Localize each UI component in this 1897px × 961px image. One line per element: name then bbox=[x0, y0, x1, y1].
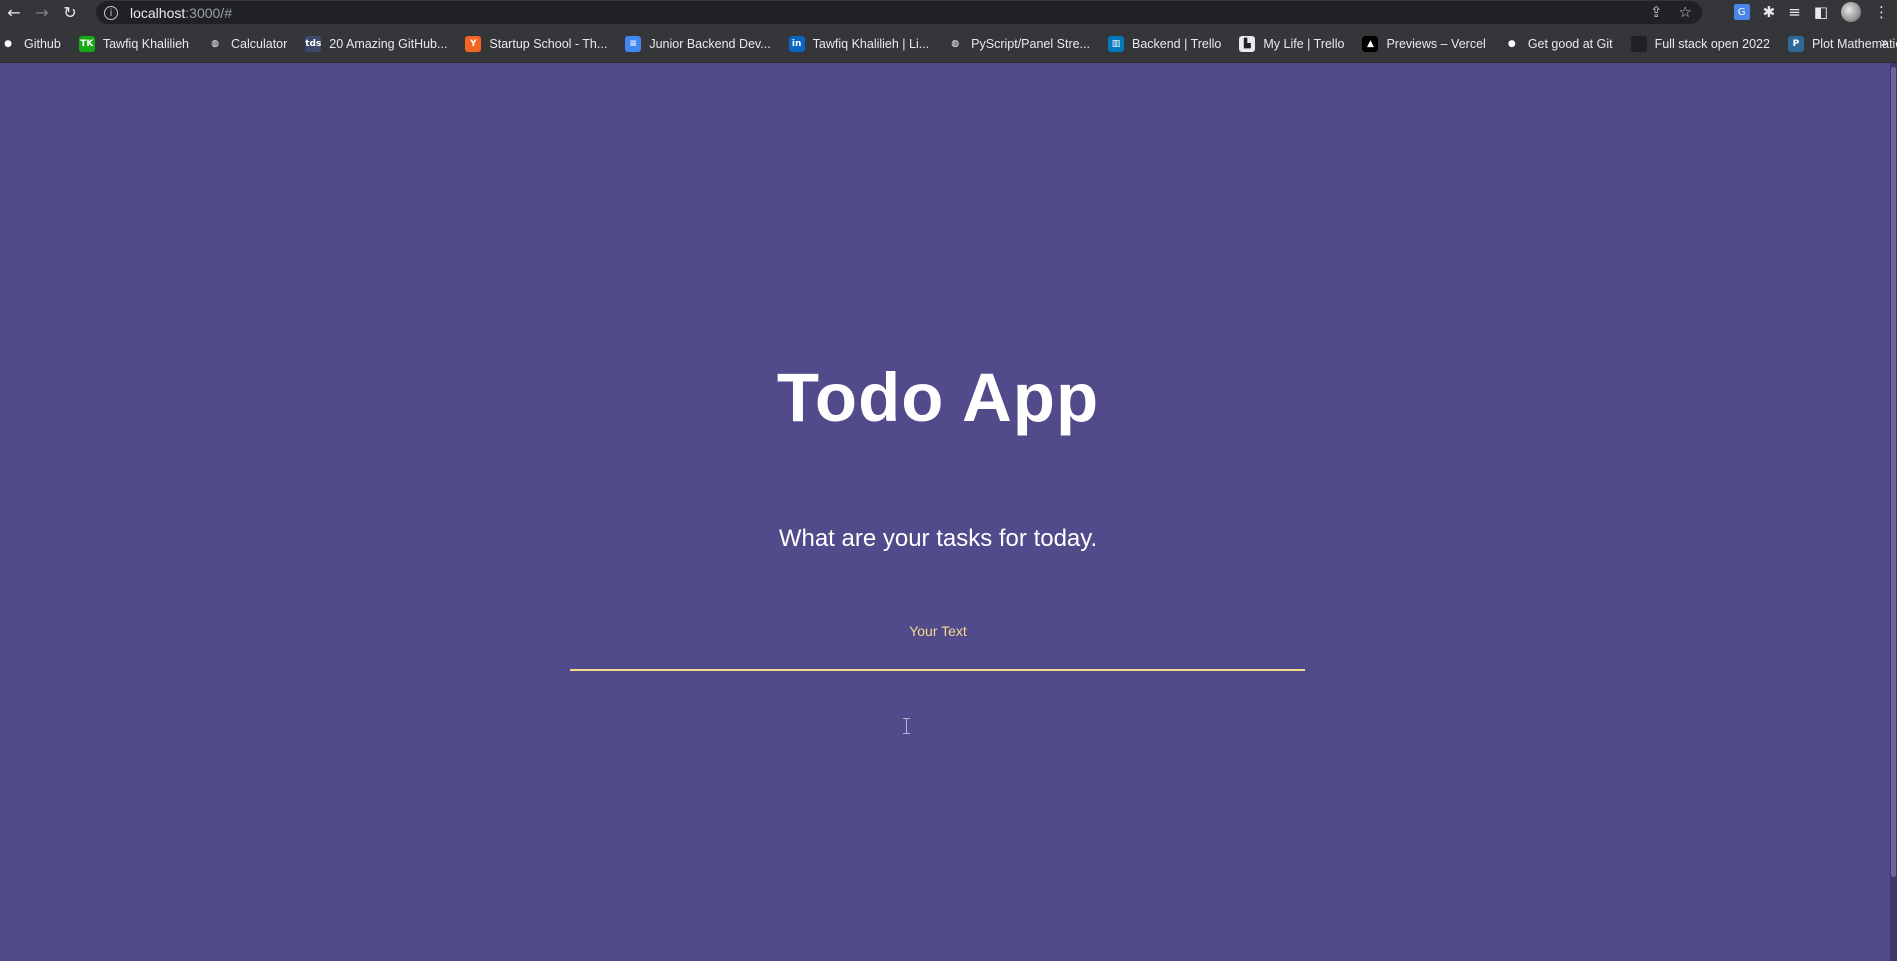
url-path: :3000/# bbox=[185, 4, 232, 21]
share-icon[interactable]: ⇪ bbox=[1650, 3, 1663, 21]
extensions-puzzle-icon[interactable]: ✱ bbox=[1763, 3, 1776, 21]
bookmark-label: PyScript/Panel Stre... bbox=[971, 36, 1090, 51]
text-cursor-icon bbox=[903, 718, 912, 734]
bookmark-label: Tawfiq Khalilieh bbox=[102, 36, 190, 51]
back-icon[interactable]: ← bbox=[0, 0, 28, 25]
tk-favicon: TK bbox=[78, 35, 95, 52]
notion-icon: ▙ bbox=[1239, 35, 1256, 52]
bookmark-label: Github bbox=[24, 36, 61, 51]
url-host: localhost bbox=[130, 4, 186, 21]
git-icon: ● bbox=[1503, 35, 1520, 52]
bookmark-label: Startup School - Th... bbox=[489, 36, 608, 51]
page-content: Todo App What are your tasks for today. … bbox=[0, 63, 1890, 961]
bookmark-label: Calculator bbox=[231, 36, 288, 51]
bookmark-item[interactable]: tds 20 Amazing GitHub... bbox=[305, 30, 454, 58]
github-icon: ● bbox=[0, 35, 16, 52]
bookmark-item[interactable]: Y Startup School - Th... bbox=[465, 30, 614, 58]
bookmark-item[interactable]: ≡ Junior Backend Dev... bbox=[625, 30, 777, 58]
docs-icon: ≡ bbox=[625, 35, 642, 52]
reload-icon[interactable]: ↻ bbox=[56, 0, 84, 25]
ycombinator-icon: Y bbox=[465, 35, 482, 52]
bookmark-label: Previews – Vercel bbox=[1386, 36, 1486, 51]
bookmarks-bar: ● Github TK Tawfiq Khalilieh ◍ Calculator tds 2… bbox=[0, 25, 1897, 63]
profile-avatar[interactable] bbox=[1841, 2, 1861, 22]
address-bar[interactable]: i localhost:3000/# ⇪ ☆ bbox=[96, 1, 1702, 24]
task-input[interactable] bbox=[570, 643, 1305, 671]
task-input-label: Your Text bbox=[909, 623, 967, 639]
globe-icon: ◍ bbox=[947, 35, 964, 52]
bookmark-label: 20 Amazing GitHub... bbox=[329, 36, 448, 51]
page-subtitle: What are your tasks for today. bbox=[778, 525, 1098, 552]
globe-icon: ◍ bbox=[207, 35, 224, 52]
bookmark-item[interactable]: TK Tawfiq Khalilieh bbox=[78, 30, 196, 58]
extension-area: G ✱ ≡ ◧ ⋮ bbox=[1733, 2, 1889, 22]
bookmark-label: Full stack open 2022 bbox=[1654, 36, 1770, 51]
bookmarks-overflow-icon[interactable]: » bbox=[1880, 35, 1889, 51]
bookmark-item[interactable]: ◍ Calculator bbox=[207, 30, 294, 58]
python-icon: P bbox=[1787, 35, 1804, 52]
bookmark-item[interactable]: Full stack open 2022 bbox=[1630, 30, 1777, 58]
dev-favicon: tds bbox=[305, 35, 321, 52]
bookmark-item[interactable]: ◍ PyScript/Panel Stre... bbox=[947, 30, 1097, 58]
page-scrollbar[interactable] bbox=[1890, 63, 1897, 961]
trello-icon: ▥ bbox=[1107, 35, 1124, 52]
url-text[interactable]: localhost:3000/# bbox=[130, 5, 232, 21]
bookmark-item[interactable]: ▲ Previews – Vercel bbox=[1362, 30, 1492, 58]
bookmark-label: Backend | Trello bbox=[1131, 36, 1222, 51]
bookmark-item[interactable]: ● Get good at Git bbox=[1503, 30, 1620, 58]
side-panel-icon[interactable]: ◧ bbox=[1814, 3, 1828, 21]
page-title: Todo App bbox=[776, 359, 1100, 436]
bookmark-label: Junior Backend Dev... bbox=[649, 36, 771, 51]
bookmark-item[interactable]: ▥ Backend | Trello bbox=[1107, 30, 1228, 58]
bookmark-star-icon[interactable]: ☆ bbox=[1679, 3, 1692, 21]
fso-icon bbox=[1630, 35, 1647, 52]
bookmark-label: Tawfiq Khalilieh | Li... bbox=[812, 36, 930, 51]
linkedin-icon: in bbox=[788, 35, 805, 52]
translate-extension-icon[interactable]: G bbox=[1733, 4, 1750, 20]
bookmark-label: Get good at Git bbox=[1527, 36, 1613, 51]
vercel-icon: ▲ bbox=[1362, 35, 1379, 52]
bookmark-item[interactable]: in Tawfiq Khalilieh | Li... bbox=[788, 30, 937, 58]
bookmark-item[interactable]: ● Github bbox=[0, 30, 68, 58]
browser-toolbar: ← → ↻ i localhost:3000/# ⇪ ☆ G ✱ ≡ ◧ ⋮ bbox=[0, 0, 1897, 25]
scrollbar-thumb[interactable] bbox=[1891, 67, 1896, 877]
menu-kebab-icon[interactable]: ⋮ bbox=[1874, 3, 1889, 21]
reading-list-icon[interactable]: ≡ bbox=[1788, 3, 1801, 21]
bookmark-item[interactable]: ▙ My Life | Trello bbox=[1239, 30, 1351, 58]
site-info-icon[interactable]: i bbox=[104, 5, 118, 20]
forward-icon[interactable]: → bbox=[28, 0, 56, 25]
bookmark-label: My Life | Trello bbox=[1263, 36, 1345, 51]
